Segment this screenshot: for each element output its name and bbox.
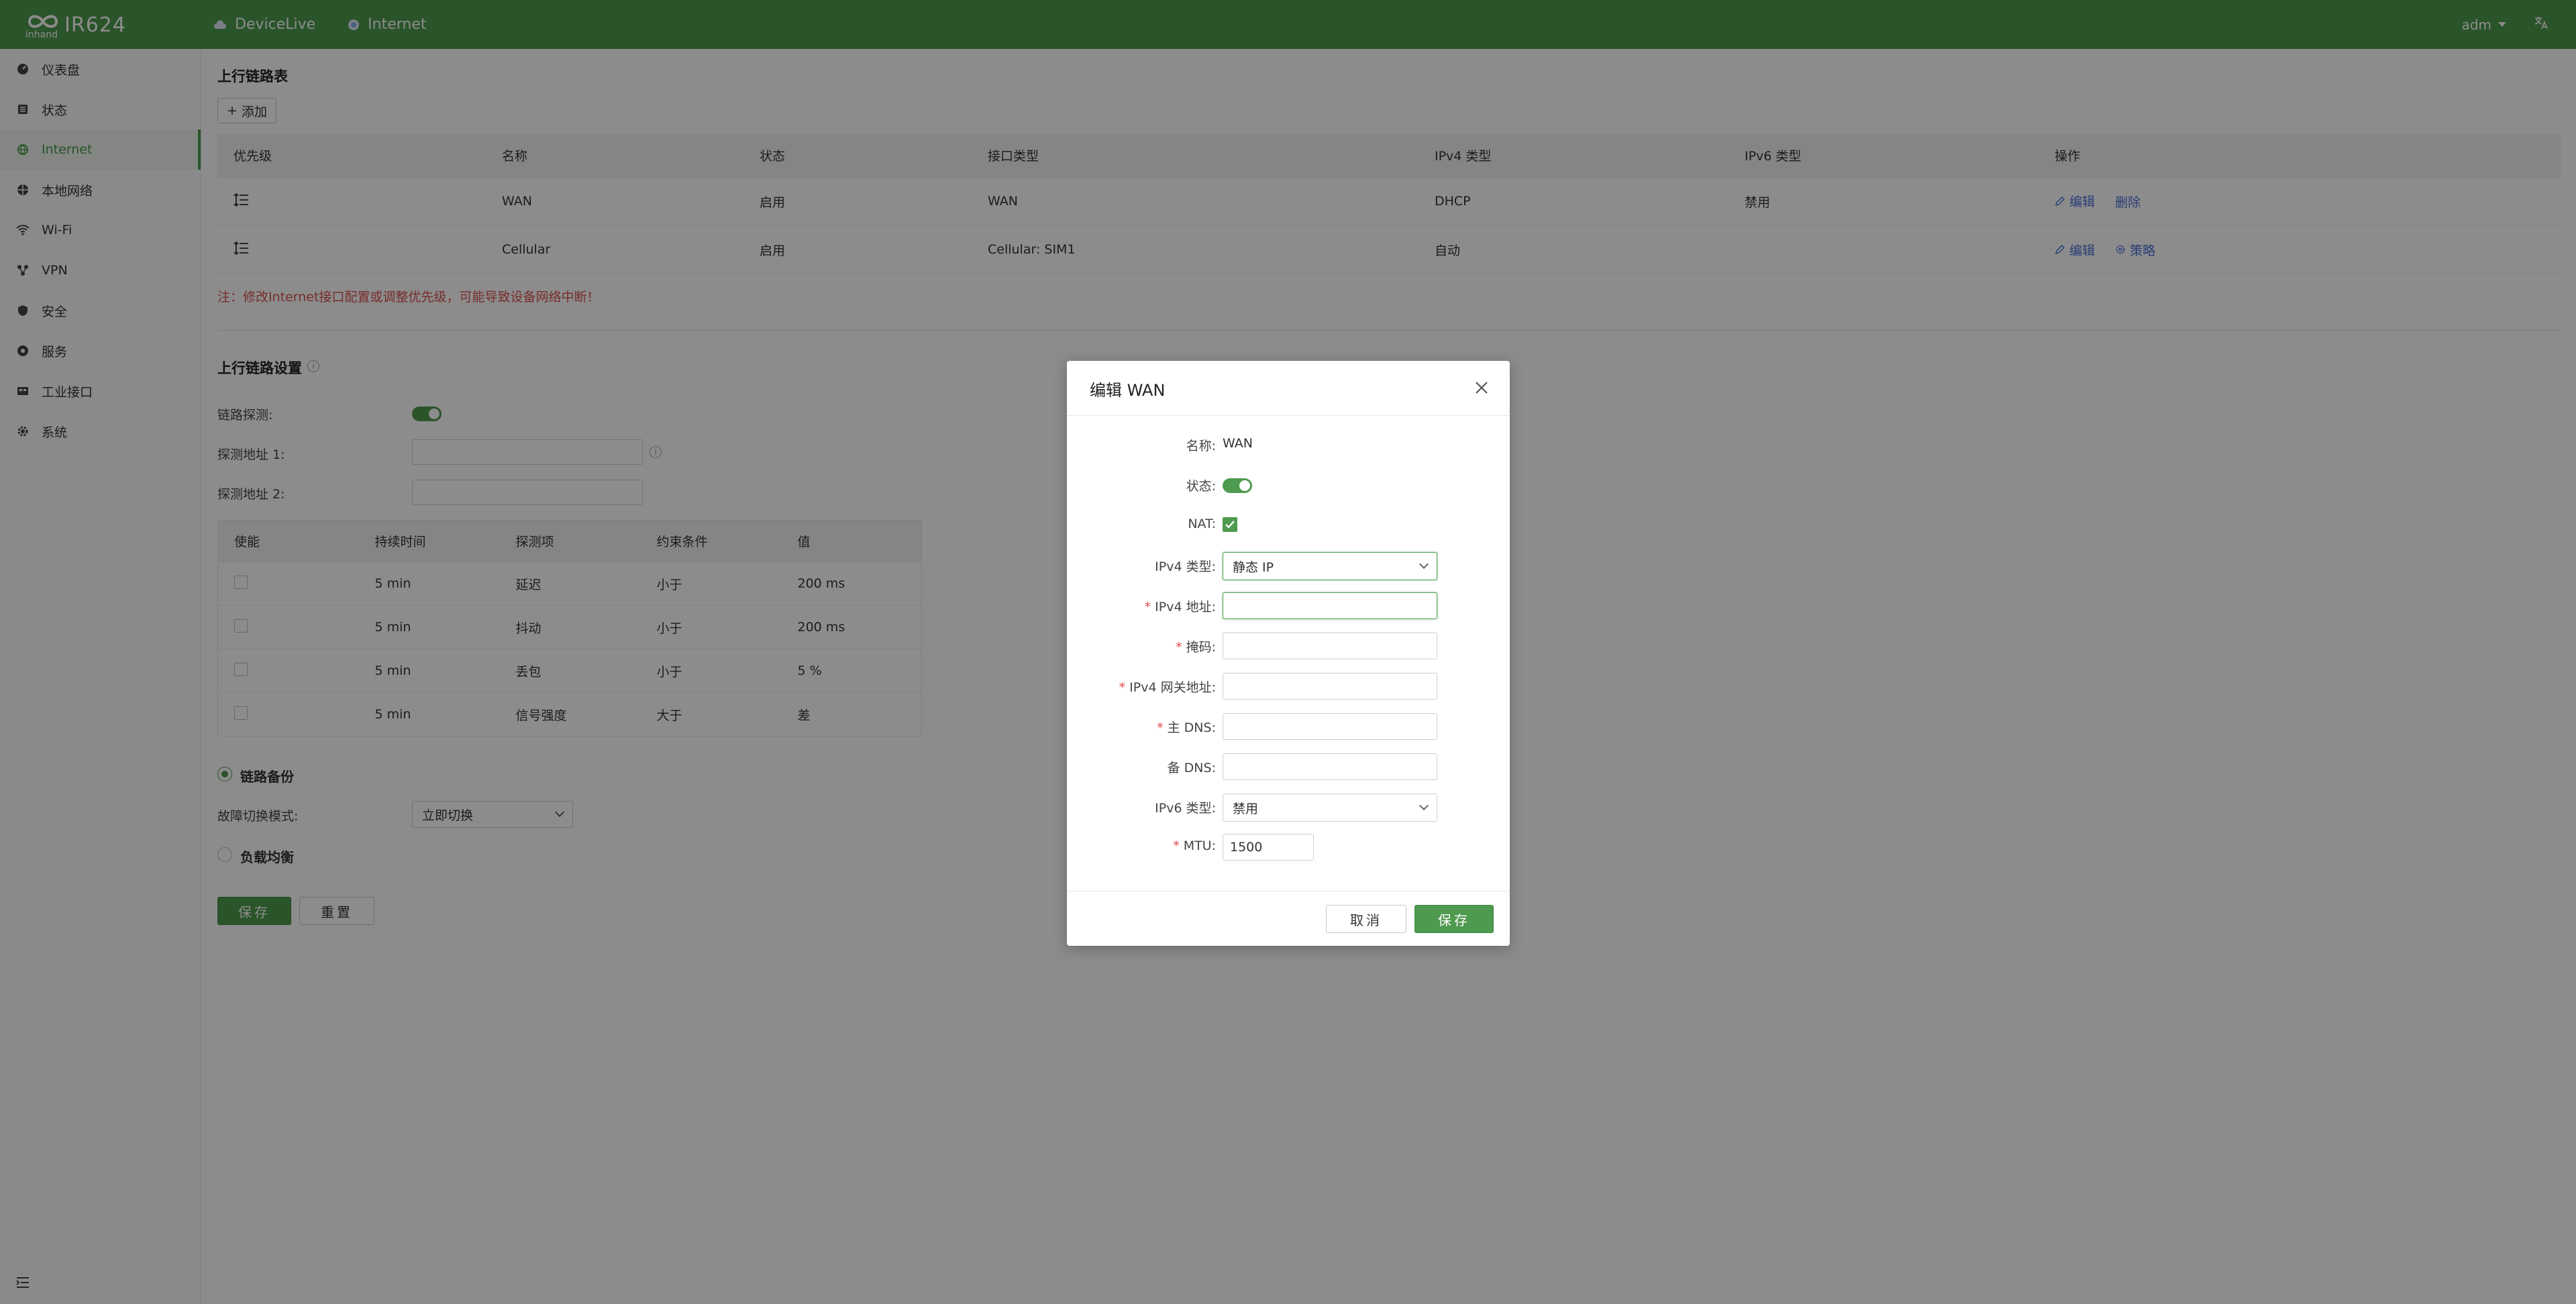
ipv4-addr-label: * IPv4 地址: bbox=[1067, 597, 1216, 615]
dialog-footer: 取消 保存 bbox=[1067, 891, 1510, 946]
status-toggle[interactable] bbox=[1223, 478, 1252, 493]
cancel-button[interactable]: 取消 bbox=[1326, 905, 1406, 933]
dialog-title: 编辑 WAN bbox=[1090, 381, 1166, 400]
primary-dns-label-text: 主 DNS: bbox=[1167, 720, 1216, 735]
name-label: 名称: bbox=[1186, 439, 1216, 453]
nat-label: NAT: bbox=[1188, 517, 1216, 531]
close-icon[interactable] bbox=[1472, 378, 1491, 397]
dialog-header: 编辑 WAN bbox=[1067, 361, 1510, 416]
ipv4-type-label: IPv4 类型: bbox=[1155, 559, 1216, 574]
secondary-dns-label: 备 DNS: bbox=[1167, 761, 1216, 775]
name-value: WAN bbox=[1223, 436, 1253, 451]
ipv4-addr-label-text: IPv4 地址: bbox=[1155, 600, 1216, 614]
ipv4-address-input[interactable] bbox=[1223, 592, 1437, 619]
mask-input[interactable] bbox=[1223, 633, 1437, 659]
secondary-dns-input[interactable] bbox=[1223, 753, 1437, 780]
mtu-input[interactable] bbox=[1223, 834, 1314, 861]
required-mark: * bbox=[1173, 838, 1180, 853]
gateway-label: * IPv4 网关地址: bbox=[1067, 677, 1216, 696]
required-mark: * bbox=[1157, 720, 1164, 735]
required-mark: * bbox=[1176, 640, 1182, 655]
gateway-label-text: IPv4 网关地址: bbox=[1129, 680, 1216, 695]
chevron-down-icon bbox=[1419, 800, 1429, 811]
ipv6-type-select[interactable]: 禁用 bbox=[1223, 794, 1437, 822]
required-mark: * bbox=[1144, 600, 1151, 614]
mtu-label-text: MTU: bbox=[1183, 838, 1216, 853]
nat-checkbox[interactable] bbox=[1223, 517, 1237, 532]
chevron-down-icon bbox=[1419, 559, 1429, 569]
edit-wan-dialog: 编辑 WAN 名称: WAN 状态: NAT: IPv4 类型: 静态 IP *… bbox=[1067, 361, 1510, 946]
gateway-input[interactable] bbox=[1223, 673, 1437, 700]
save-button[interactable]: 保存 bbox=[1414, 905, 1494, 933]
ipv6-type-value: 禁用 bbox=[1233, 801, 1259, 816]
primary-dns-label: * 主 DNS: bbox=[1067, 718, 1216, 736]
ipv6-type-label: IPv6 类型: bbox=[1155, 801, 1216, 816]
ipv4-type-value: 静态 IP bbox=[1233, 559, 1274, 575]
primary-dns-input[interactable] bbox=[1223, 713, 1437, 740]
mask-label-text: 掩码: bbox=[1186, 640, 1216, 655]
mask-label: * 掩码: bbox=[1067, 637, 1216, 655]
status-label: 状态: bbox=[1186, 479, 1216, 494]
required-mark: * bbox=[1119, 680, 1126, 695]
mtu-label: * MTU: bbox=[1067, 838, 1216, 853]
ipv4-type-select[interactable]: 静态 IP bbox=[1223, 552, 1437, 580]
